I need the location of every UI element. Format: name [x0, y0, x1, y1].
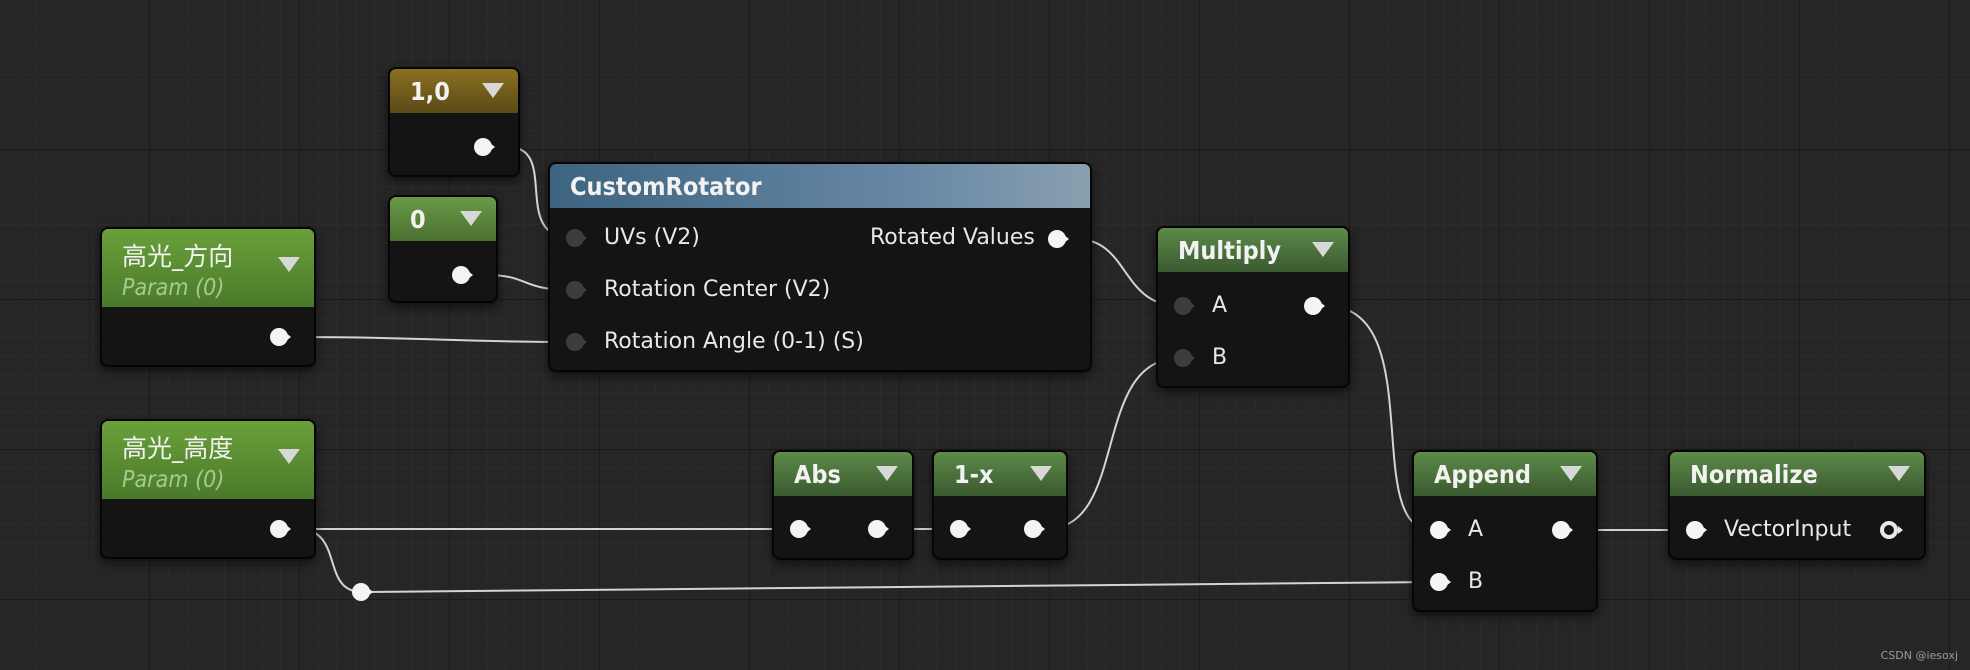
- pin-dot: [1430, 521, 1451, 539]
- input-pin-rotation-angle[interactable]: [566, 333, 588, 351]
- node-one-minus[interactable]: 1-x: [932, 450, 1068, 560]
- node-header[interactable]: Abs: [774, 452, 912, 496]
- output-pin-rotated-values[interactable]: [1048, 230, 1070, 248]
- chevron-down-icon[interactable]: [1888, 466, 1910, 481]
- input-pin-a[interactable]: [1174, 297, 1196, 315]
- pin-dot: [1174, 349, 1195, 367]
- pin-dot: [474, 138, 495, 156]
- input-pin-a[interactable]: [1430, 521, 1452, 539]
- node-title: 高光_高度: [122, 434, 234, 463]
- pin-label-vector-input: VectorInput: [1724, 517, 1852, 542]
- chevron-down-icon[interactable]: [876, 466, 898, 481]
- reroute-knot-dot: [352, 583, 373, 601]
- chevron-down-icon[interactable]: [1030, 466, 1052, 481]
- pin-dot: [950, 520, 971, 538]
- pin-dot: [1048, 230, 1069, 248]
- node-constant-1-0[interactable]: 1,0: [388, 67, 520, 177]
- pin-dot: [868, 520, 889, 538]
- pin-dot: [270, 328, 291, 346]
- node-header[interactable]: CustomRotator: [550, 164, 1090, 208]
- pin-dot: [1686, 521, 1707, 539]
- pin-dot: [1174, 297, 1195, 315]
- node-title: 1,0: [410, 76, 450, 106]
- output-pin[interactable]: [452, 266, 474, 284]
- node-title: 0: [410, 204, 426, 234]
- pin-dot: [790, 520, 811, 538]
- pin-dot: [1430, 573, 1451, 591]
- chevron-down-icon[interactable]: [1312, 242, 1334, 257]
- output-pin[interactable]: [1880, 521, 1903, 539]
- output-pin[interactable]: [868, 520, 890, 538]
- pin-dot: [1024, 520, 1045, 538]
- node-header[interactable]: 高光_方向 Param (0): [102, 229, 314, 307]
- chevron-down-icon[interactable]: [460, 211, 482, 226]
- node-header[interactable]: 高光_高度 Param (0): [102, 421, 314, 499]
- node-title: 高光_方向: [122, 242, 234, 271]
- input-pin[interactable]: [790, 520, 812, 538]
- node-constant-0[interactable]: 0: [388, 195, 498, 303]
- node-normalize[interactable]: Normalize: [1668, 450, 1926, 560]
- input-pin-vector-input[interactable]: [1686, 521, 1708, 539]
- node-title: CustomRotator: [570, 171, 762, 201]
- node-param-highlight-height[interactable]: 高光_高度 Param (0): [100, 419, 316, 559]
- input-pin-b[interactable]: [1430, 573, 1452, 591]
- pin-label-a: A: [1468, 517, 1484, 542]
- pin-label-rotation-center: Rotation Center (V2): [604, 277, 831, 302]
- chevron-down-icon[interactable]: [278, 449, 300, 464]
- pin-dot: [566, 333, 587, 351]
- chevron-down-icon[interactable]: [482, 83, 504, 98]
- pin-dot: [452, 266, 473, 284]
- pin-dot: [566, 281, 587, 299]
- input-pin-uvs[interactable]: [566, 229, 588, 247]
- pin-label-rotation-angle: Rotation Angle (0-1) (S): [604, 329, 864, 354]
- output-pin[interactable]: [1304, 297, 1326, 315]
- pin-dot: [1304, 297, 1325, 315]
- node-title: Multiply: [1178, 235, 1282, 265]
- node-header[interactable]: 0: [390, 197, 496, 241]
- pin-label-b: B: [1212, 345, 1228, 370]
- wire-param-dir-to-rotation-angle[interactable]: [297, 336, 573, 343]
- node-header[interactable]: 1-x: [934, 452, 1066, 496]
- node-header[interactable]: Normalize: [1670, 452, 1924, 496]
- node-header[interactable]: 1,0: [390, 69, 518, 113]
- node-title: Abs: [794, 459, 841, 489]
- input-pin[interactable]: [950, 520, 972, 538]
- node-subtitle: Param (0): [122, 275, 225, 301]
- wire-reroute-to-append-b[interactable]: [361, 581, 1433, 593]
- watermark: CSDN @iesoxj: [1880, 649, 1958, 662]
- node-abs[interactable]: Abs: [772, 450, 914, 560]
- node-header[interactable]: Multiply: [1158, 228, 1348, 272]
- pin-dot: [566, 229, 587, 247]
- output-pin[interactable]: [270, 520, 292, 538]
- input-pin-rotation-center[interactable]: [566, 281, 588, 299]
- pin-dot: [1880, 521, 1903, 539]
- output-pin[interactable]: [1552, 521, 1574, 539]
- node-title: Append: [1434, 459, 1531, 489]
- chevron-down-icon[interactable]: [1560, 466, 1582, 481]
- pin-label-uvs: UVs (V2): [604, 225, 700, 250]
- node-header[interactable]: Append: [1414, 452, 1596, 496]
- pin-label-a: A: [1212, 293, 1228, 318]
- node-title: Normalize: [1690, 459, 1818, 489]
- pin-dot: [1552, 521, 1573, 539]
- pin-label-b: B: [1468, 569, 1484, 594]
- pin-dot: [270, 520, 291, 538]
- pin-label-rotated-values: Rotated Values: [870, 225, 1035, 250]
- chevron-down-icon[interactable]: [278, 257, 300, 272]
- output-pin[interactable]: [474, 138, 496, 156]
- output-pin[interactable]: [270, 328, 292, 346]
- reroute-knot[interactable]: [352, 583, 374, 601]
- node-title: 1-x: [954, 459, 994, 489]
- node-param-highlight-direction[interactable]: 高光_方向 Param (0): [100, 227, 316, 367]
- node-subtitle: Param (0): [122, 467, 225, 493]
- output-pin[interactable]: [1024, 520, 1046, 538]
- input-pin-b[interactable]: [1174, 349, 1196, 367]
